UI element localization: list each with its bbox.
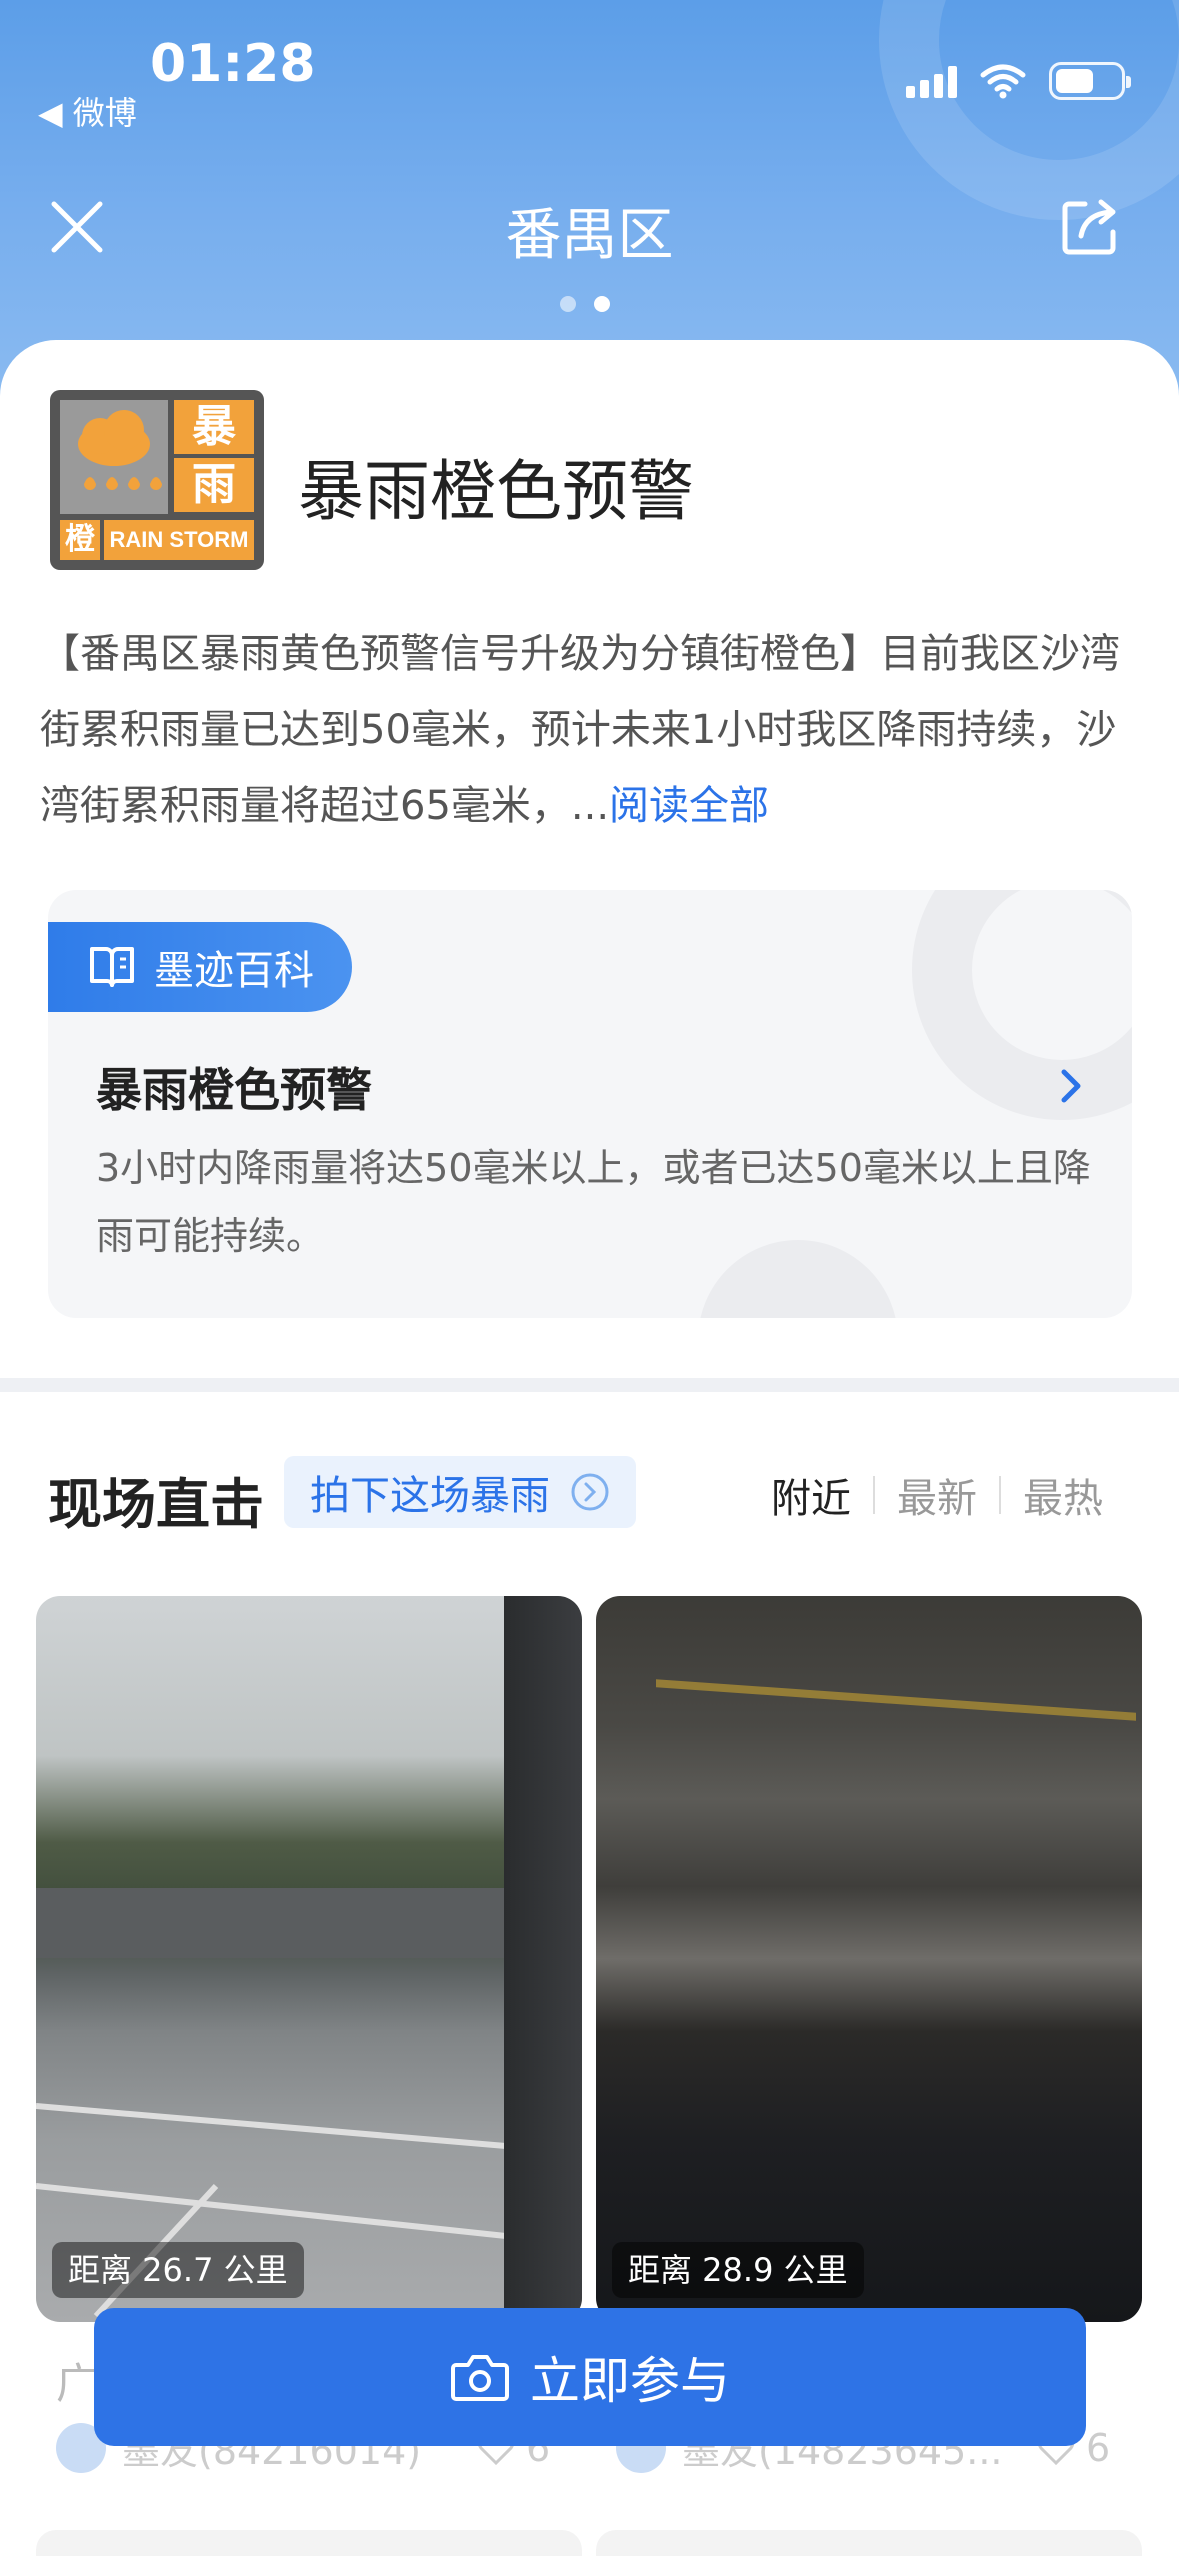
join-now-label: 立即参与 <box>530 2352 730 2410</box>
wiki-tag: 墨迹百科 <box>48 922 352 1012</box>
read-more-link[interactable]: 阅读全部 <box>609 783 769 829</box>
live-section-title: 现场直击 <box>48 1473 264 1536</box>
tab-hottest[interactable]: 最热 <box>1001 1466 1125 1524</box>
wifi-icon <box>980 64 1026 99</box>
photo-card[interactable]: 距离 28.9 公里 <box>596 1596 1142 2322</box>
distance-badge: 距离 26.7 公里 <box>52 2242 304 2298</box>
tab-nearby[interactable]: 附近 <box>749 1466 873 1524</box>
sort-tabs: 附近 最新 最热 <box>749 1466 1125 1524</box>
warning-description: 【番禺区暴雨黄色预警信号升级为分镇街橙色】目前我区沙湾街累积雨量已达到50毫米，… <box>40 616 1140 844</box>
warning-icon-english: RAIN STORM <box>109 527 249 552</box>
wiki-card[interactable]: 墨迹百科 暴雨橙色预警 3小时内降雨量将达50毫米以上，或者已达50毫米以上且降… <box>48 890 1132 1318</box>
page-indicator <box>560 296 610 312</box>
warning-description-text: 【番禺区暴雨黄色预警信号升级为分镇街橙色】目前我区沙湾街累积雨量已达到50毫米，… <box>40 631 1120 829</box>
rain-scene-photo <box>36 1596 582 2322</box>
warning-icon-color-char: 橙 <box>60 520 104 560</box>
back-to-app-link[interactable]: ◀ 微博 <box>38 88 137 134</box>
next-card-peek <box>596 2530 1142 2556</box>
capture-rain-button[interactable]: 拍下这场暴雨 <box>284 1456 636 1528</box>
cellular-signal-icon <box>906 64 957 98</box>
card-caption: 广 <box>56 2359 99 2408</box>
section-divider <box>0 1378 1179 1392</box>
header-decoration <box>879 0 1179 220</box>
wiki-tag-label: 墨迹百科 <box>154 948 314 994</box>
rain-scene-photo <box>596 1596 1142 2322</box>
distance-badge: 距离 28.9 公里 <box>612 2242 864 2298</box>
warning-icon-char-2: 雨 <box>174 458 254 512</box>
tab-latest[interactable]: 最新 <box>875 1466 999 1524</box>
wiki-title: 暴雨橙色预警 <box>96 1063 372 1117</box>
warning-icon-char-1: 暴 <box>174 400 254 454</box>
warning-title: 暴雨橙色预警 <box>298 453 694 530</box>
status-indicators <box>906 62 1131 100</box>
join-now-button[interactable]: 立即参与 <box>94 2308 1086 2446</box>
camera-icon <box>451 2355 509 2401</box>
battery-icon <box>1049 62 1131 100</box>
arrow-circle-icon <box>571 1473 609 1511</box>
wiki-text: 3小时内降雨量将达50毫米以上，或者已达50毫米以上且降雨可能持续。 <box>96 1146 1091 1258</box>
book-icon <box>90 947 134 987</box>
photo-card[interactable]: 距离 26.7 公里 <box>36 1596 582 2322</box>
rainstorm-warning-icon: 暴 雨 橙 RAIN STORM <box>50 390 264 570</box>
share-icon[interactable] <box>1057 194 1123 260</box>
capture-rain-label: 拍下这场暴雨 <box>310 1473 550 1519</box>
page-title: 番禺区 <box>505 203 674 268</box>
next-card-peek <box>36 2530 582 2556</box>
chevron-right-icon[interactable] <box>1056 1066 1086 1106</box>
status-time: 01:28 <box>150 34 316 94</box>
